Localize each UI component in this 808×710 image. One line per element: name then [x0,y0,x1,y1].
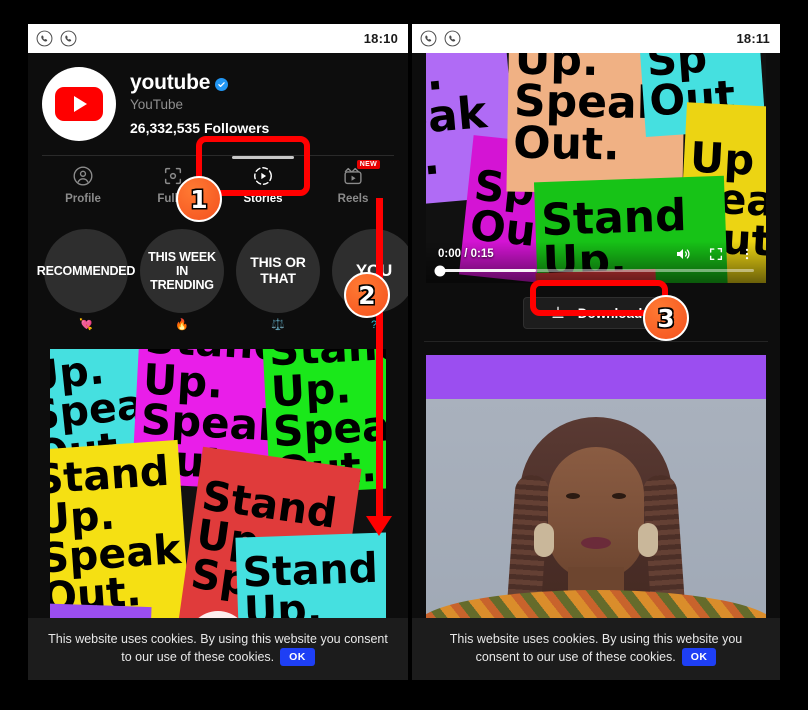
cookie-banner: This website uses cookies. By using this… [412,617,780,680]
profile-text-block: youtube YouTube 26,332,535 Followers [116,67,269,136]
highlight-emoji: ⚖️ [271,319,285,331]
viber-icon [36,30,53,47]
highlight-item[interactable]: THIS WEEK IN TRENDING 🔥 [140,229,224,332]
profile-handle: YouTube [130,97,184,112]
tab-reels-label: Reels [337,193,369,205]
scroll-down-arrow-head [366,516,392,536]
viber-icon [60,30,77,47]
video-player[interactable]: p.eakt. SpeakOut Up.SpeakOut. SpOut Uppe… [426,53,766,283]
download-label: Download [577,305,643,321]
video-time-display: 0:00 / 0:15 [438,248,494,260]
status-notification-icons [36,30,77,47]
avatar[interactable] [42,67,116,141]
tab-stories[interactable]: Stories [218,156,308,211]
highlight-item[interactable]: THIS OR THAT ⚖️ [236,229,320,332]
reels-new-badge: NEW [356,160,380,169]
story-highlights-row[interactable]: RECOMMENDED 💘 THIS WEEK IN TRENDING 🔥 TH… [28,211,408,332]
highlight-label: THIS WEEK IN TRENDING [148,250,216,292]
collage-note: StandUp.SpeakOut. [50,439,191,631]
tab-profile-label: Profile [65,193,101,205]
fullscreen-icon[interactable] [708,246,724,262]
highlight-emoji: 💘 [79,319,93,331]
left-phone-panel: 18:10 youtube YouTube 26,332,535 Followe… [28,24,408,680]
person-circle-icon [72,164,94,188]
tab-reels[interactable]: NEW Reels [308,160,398,211]
scroll-down-arrow-line [376,198,383,520]
tab-stories-label: Stories [243,193,283,205]
player-controls: 0:00 / 0:15 [426,241,766,283]
right-screen: p.eakt. SpeakOut Up.SpeakOut. SpOut Uppe… [412,53,780,680]
step-badge-2: 2 [344,272,390,318]
cookie-banner: This website uses cookies. By using this… [28,617,408,680]
profile-name: youtube [130,71,211,94]
download-icon [552,306,564,318]
status-notification-icons [420,30,461,47]
verified-badge-icon [215,78,229,91]
cookie-text: This website uses cookies. By using this… [48,631,388,664]
status-time: 18:11 [736,31,770,46]
cookie-ok-button[interactable]: OK [681,647,717,666]
left-screen: youtube YouTube 26,332,535 Followers Pro… [28,53,408,680]
video-progress-bar[interactable] [434,265,754,276]
viber-icon [420,30,437,47]
right-status-bar: 18:11 [412,24,780,53]
profile-header: youtube YouTube 26,332,535 Followers [28,53,408,141]
step-badge-1: 1 [176,176,222,222]
youtube-logo-icon [55,87,103,121]
kebab-menu-icon[interactable] [740,246,754,262]
volume-icon[interactable] [674,245,692,263]
status-time: 18:10 [363,31,398,46]
highlight-label: RECOMMENDED [36,264,136,278]
left-status-bar: 18:10 [28,24,408,53]
highlight-emoji: 🔥 [175,319,189,331]
viber-icon [444,30,461,47]
highlight-label: THIS OR THAT [250,254,306,286]
right-phone-panel: 18:11 p.eakt. SpeakOut Up.SpeakOut. SpOu… [412,24,780,680]
stories-play-icon [252,164,274,188]
thumbnail-top-band [426,355,766,399]
step-badge-3: 3 [643,295,689,341]
tab-active-indicator [232,156,294,159]
highlight-item[interactable]: RECOMMENDED 💘 [37,229,135,332]
tab-profile[interactable]: Profile [38,164,128,211]
profile-followers: 26,332,535 Followers [130,120,270,136]
cookie-ok-button[interactable]: OK [280,647,315,666]
screenshot-root: 18:10 youtube YouTube 26,332,535 Followe… [0,0,808,710]
progress-knob[interactable] [434,265,446,276]
download-row: Download [412,283,780,341]
